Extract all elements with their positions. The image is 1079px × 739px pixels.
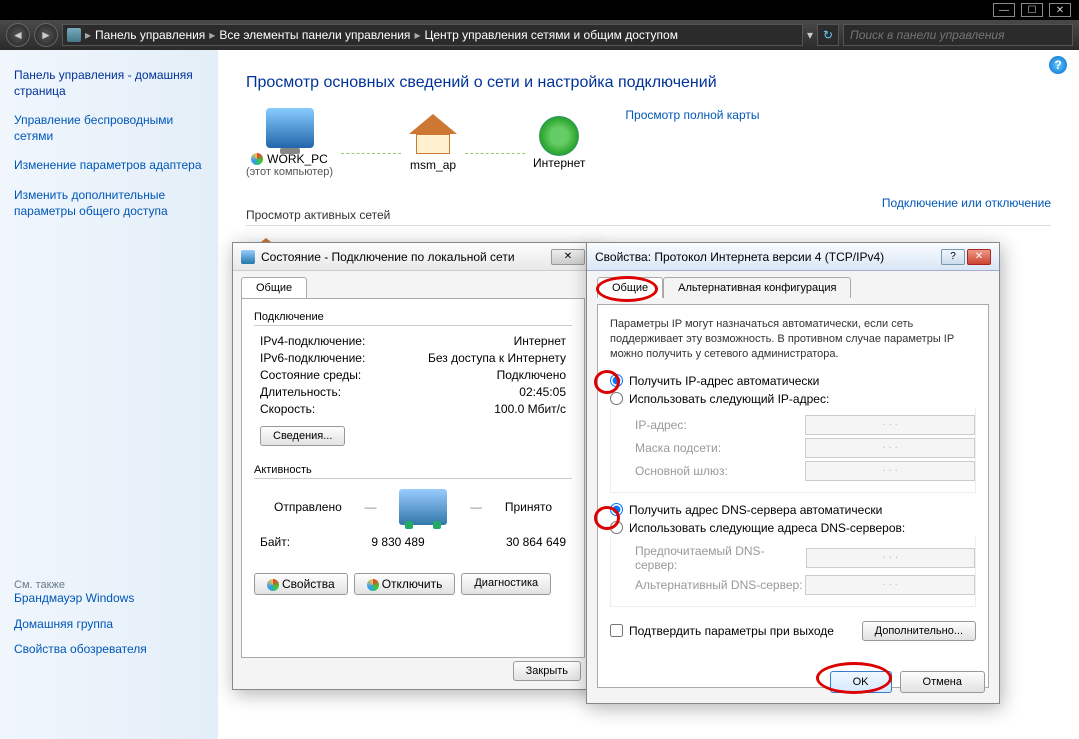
mask-label: Маска подсети: — [635, 441, 721, 455]
ip-label: IP-адрес: — [635, 418, 687, 432]
ipv4-close-button[interactable]: ✕ — [967, 249, 991, 265]
ipv6-value: Без доступа к Интернету — [428, 351, 566, 365]
refresh-button[interactable]: ↻ — [817, 24, 839, 46]
tab-general[interactable]: Общие — [241, 277, 307, 298]
status-dialog-title: Состояние - Подключение по локальной сет… — [261, 250, 515, 264]
sidebar-item-internet-options[interactable]: Свойства обозревателя — [14, 642, 204, 658]
tab-ipv4-general[interactable]: Общие — [597, 277, 663, 298]
shield-icon — [367, 579, 379, 591]
ipv4-label: IPv4-подключение: — [260, 334, 365, 348]
minimize-button[interactable]: — — [993, 3, 1015, 17]
mask-input: . . . — [805, 438, 975, 458]
details-button[interactable]: Сведения... — [260, 426, 345, 446]
dns2-input: . . . — [805, 575, 975, 595]
breadcrumb[interactable]: ▸ Панель управления ▸ Все элементы панел… — [62, 24, 803, 46]
globe-icon — [539, 116, 579, 156]
network-map: WORK_PC (этот компьютер) msm_ap Интернет — [246, 108, 585, 178]
node-pc-name: WORK_PC — [267, 152, 328, 166]
crumb-control-panel[interactable]: Панель управления — [95, 28, 205, 42]
node-network-name: msm_ap — [409, 158, 457, 172]
duration-label: Длительность: — [260, 385, 341, 399]
crumb-network-center[interactable]: Центр управления сетями и общим доступом — [424, 28, 678, 42]
forward-button[interactable]: ► — [34, 23, 58, 47]
radio-manual-ip-input[interactable] — [610, 392, 623, 405]
disable-button[interactable]: Отключить — [354, 573, 456, 595]
bytes-sent: 9 830 489 — [290, 535, 506, 549]
dns1-input: . . . — [806, 548, 975, 568]
full-map-link[interactable]: Просмотр полной карты — [625, 108, 759, 122]
sent-label: Отправлено — [274, 500, 342, 514]
duration-value: 02:45:05 — [519, 385, 566, 399]
node-pc-subtext: (этот компьютер) — [246, 166, 333, 178]
ipv4-value: Интернет — [514, 334, 566, 348]
sidebar-item-firewall[interactable]: Брандмауэр Windows — [14, 591, 204, 607]
ipv4-dialog: Свойства: Протокол Интернета версии 4 (T… — [586, 242, 1000, 704]
bytes-label: Байт: — [260, 535, 290, 549]
ipv4-help-button[interactable]: ? — [941, 249, 965, 265]
ipv4-dialog-titlebar[interactable]: Свойства: Протокол Интернета версии 4 (T… — [587, 243, 999, 271]
status-dialog-titlebar[interactable]: Состояние - Подключение по локальной сет… — [233, 243, 593, 271]
control-panel-icon — [67, 28, 81, 42]
navigation-bar: ◄ ► ▸ Панель управления ▸ Все элементы п… — [0, 20, 1079, 50]
radio-auto-dns-input[interactable] — [610, 503, 623, 516]
validate-checkbox[interactable] — [610, 624, 623, 637]
radio-auto-ip-input[interactable] — [610, 374, 623, 387]
sidebar-item-sharing[interactable]: Изменить дополнительные параметры общего… — [14, 188, 204, 219]
radio-manual-ip[interactable]: Использовать следующий IP-адрес: — [610, 392, 976, 406]
ip-input: . . . — [805, 415, 975, 435]
node-internet: Интернет — [533, 156, 585, 170]
network-icon — [241, 250, 255, 264]
radio-auto-ip[interactable]: Получить IP-адрес автоматически — [610, 374, 976, 388]
sidebar-item-wireless[interactable]: Управление беспроводными сетями — [14, 113, 204, 144]
received-label: Принято — [505, 500, 552, 514]
radio-manual-dns[interactable]: Использовать следующие адреса DNS-сервер… — [610, 521, 976, 535]
activity-group-label: Активность — [254, 464, 572, 479]
status-close-button[interactable]: ✕ — [551, 249, 585, 265]
cancel-button[interactable]: Отмена — [900, 671, 985, 693]
ok-button[interactable]: OK — [830, 671, 892, 693]
sidebar-item-homegroup[interactable]: Домашняя группа — [14, 617, 204, 633]
close-button[interactable]: ✕ — [1049, 3, 1071, 17]
speed-value: 100.0 Мбит/с — [494, 402, 566, 416]
activity-icon — [399, 489, 447, 525]
properties-button[interactable]: Свойства — [254, 573, 348, 595]
diagnose-button[interactable]: Диагностика — [461, 573, 551, 595]
status-dialog: Состояние - Подключение по локальной сет… — [232, 242, 594, 690]
active-networks-label: Просмотр активных сетей — [246, 208, 390, 222]
ipv6-label: IPv6-подключение: — [260, 351, 365, 365]
ipv4-description: Параметры IP могут назначаться автоматич… — [610, 317, 976, 362]
connection-group-label: Подключение — [254, 311, 572, 326]
maximize-button[interactable]: ☐ — [1021, 3, 1043, 17]
dns2-label: Альтернативный DNS-сервер: — [635, 578, 803, 592]
gateway-label: Основной шлюз: — [635, 464, 728, 478]
radio-auto-dns[interactable]: Получить адрес DNS-сервера автоматически — [610, 503, 976, 517]
advanced-button[interactable]: Дополнительно... — [862, 621, 976, 641]
search-input[interactable] — [843, 24, 1073, 46]
close-dialog-button[interactable]: Закрыть — [513, 661, 581, 681]
radio-manual-dns-input[interactable] — [610, 521, 623, 534]
house-icon — [409, 114, 457, 134]
bytes-received: 30 864 649 — [506, 535, 566, 549]
validate-label: Подтвердить параметры при выходе — [629, 624, 834, 638]
window-titlebar: — ☐ ✕ — [0, 0, 1079, 20]
back-button[interactable]: ◄ — [6, 23, 30, 47]
sidebar-home-link[interactable]: Панель управления - домашняя страница — [14, 68, 204, 99]
shield-icon — [251, 153, 263, 165]
speed-label: Скорость: — [260, 402, 315, 416]
tab-ipv4-alt[interactable]: Альтернативная конфигурация — [663, 277, 851, 298]
page-title: Просмотр основных сведений о сети и наст… — [246, 74, 1051, 92]
see-also-label: См. также — [14, 579, 204, 591]
connect-disconnect-link[interactable]: Подключение или отключение — [882, 196, 1051, 222]
media-value: Подключено — [497, 368, 566, 382]
computer-icon — [266, 108, 314, 148]
sidebar-item-adapter[interactable]: Изменение параметров адаптера — [14, 158, 204, 174]
shield-icon — [267, 579, 279, 591]
gateway-input: . . . — [805, 461, 975, 481]
crumb-all-items[interactable]: Все элементы панели управления — [219, 28, 410, 42]
ipv4-dialog-title: Свойства: Протокол Интернета версии 4 (T… — [595, 250, 884, 264]
media-label: Состояние среды: — [260, 368, 361, 382]
dns1-label: Предпочитаемый DNS-сервер: — [635, 544, 806, 572]
sidebar: Панель управления - домашняя страница Уп… — [0, 50, 218, 739]
